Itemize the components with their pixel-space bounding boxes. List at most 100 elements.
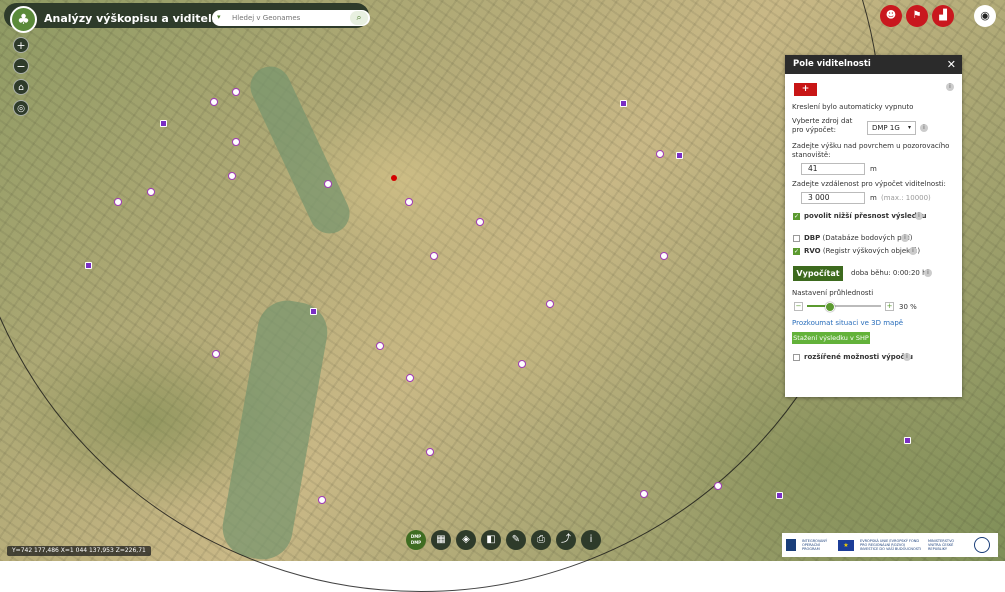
map-poi[interactable] <box>324 180 332 188</box>
chevron-down-icon[interactable]: ▾ <box>217 13 221 21</box>
low-precision-checkbox[interactable]: ✓ <box>793 213 800 220</box>
river-channel <box>243 59 357 241</box>
transparency-label: Nastavení průhlednosti <box>792 289 874 297</box>
op-logo-icon <box>786 539 796 551</box>
map-poi[interactable] <box>518 360 526 368</box>
panel-title: Pole viditelnosti <box>793 59 871 69</box>
funding-logos: INTEGROVANÝ OPERAČNÍ PROGRAM ★ EVROPSKÁ … <box>782 533 998 557</box>
app-header: ♣ Analýzy výškopisu a viditelnosti ▾ ⌕ <box>4 3 370 33</box>
advanced-options-checkbox[interactable] <box>793 354 800 361</box>
compute-button[interactable]: Vypočítat <box>793 266 843 281</box>
map-poi[interactable] <box>430 252 438 260</box>
draw-point-button[interactable]: + <box>794 83 817 96</box>
print-icon[interactable]: ⎙ <box>531 530 551 550</box>
map-poi[interactable] <box>904 437 911 444</box>
map-poi[interactable] <box>160 120 167 127</box>
height-input[interactable]: 41 <box>801 163 865 175</box>
coordinates-readout: Y=742 177,486 X=1 044 137,953 Z=226,71 <box>7 546 151 556</box>
map-poi[interactable] <box>426 448 434 456</box>
tree-icon[interactable]: ♣ <box>10 6 37 33</box>
observer-point[interactable] <box>391 175 397 181</box>
dbp-label-rest: (Databáze bodových polí) <box>822 234 913 242</box>
height-unit: m <box>870 165 877 173</box>
map-poi[interactable] <box>147 188 155 196</box>
map-poi[interactable] <box>620 100 627 107</box>
info-icon[interactable]: i <box>946 83 954 91</box>
transparency-slider[interactable] <box>807 302 881 312</box>
dbp-checkbox[interactable] <box>793 235 800 242</box>
transparency-minus-button[interactable]: − <box>794 302 803 311</box>
visibility-panel: Pole viditelnosti ✕ + i Kreslení bylo au… <box>785 55 962 397</box>
grid-icon[interactable]: ▦ <box>431 530 451 550</box>
pencil-icon[interactable]: ✎ <box>506 530 526 550</box>
source-select-value: DMP 1G <box>872 124 900 132</box>
map-poi[interactable] <box>676 152 683 159</box>
map-poi[interactable] <box>640 490 648 498</box>
auto-off-note: Kreslení bylo automaticky vypnuto <box>792 103 914 111</box>
map-poi[interactable] <box>85 262 92 269</box>
map-poi[interactable] <box>776 492 783 499</box>
map-poi[interactable] <box>656 150 664 158</box>
river-channel <box>217 295 333 565</box>
info-icon[interactable]: i <box>920 124 928 132</box>
rvo-label: RVO (Registr výškových objektů) <box>804 247 920 255</box>
distance-input[interactable]: 3 000 <box>801 192 865 204</box>
map-poi[interactable] <box>210 98 218 106</box>
explore-3d-link[interactable]: Prozkoumat situaci ve 3D mapě <box>792 319 903 327</box>
locate-icon[interactable]: ◎ <box>13 100 29 116</box>
map-poi[interactable] <box>114 198 122 206</box>
source-select[interactable]: DMP 1G ▾ <box>867 121 916 135</box>
dmp-layer-button[interactable]: DMP DMP <box>406 530 426 550</box>
map-poi[interactable] <box>228 172 236 180</box>
eye-icon[interactable]: ◉ <box>974 5 996 27</box>
person-tool-icon[interactable]: ☻ <box>880 5 902 27</box>
search-box[interactable]: ▾ ⌕ <box>212 10 370 26</box>
advanced-options-label: rozšířené možnosti výpočtu <box>804 353 914 361</box>
share-icon[interactable]: ⤴ <box>556 530 576 550</box>
profile-chart-icon[interactable]: ▟ <box>932 5 954 27</box>
info-circle-icon[interactable]: i <box>581 530 601 550</box>
map-poi[interactable] <box>212 350 220 358</box>
rvo-checkbox[interactable]: ✓ <box>793 248 800 255</box>
transparency-plus-button[interactable]: + <box>885 302 894 311</box>
distance-label: Zadejte vzdálenost pro výpočet viditelno… <box>792 180 946 188</box>
split-view-icon[interactable]: ◧ <box>481 530 501 550</box>
runtime-text: doba běhu: 0:00:20 h <box>851 269 927 277</box>
map-poi[interactable] <box>714 482 722 490</box>
panel-header: Pole viditelnosti ✕ <box>785 55 962 74</box>
eu-flag-icon: ★ <box>838 539 854 551</box>
zoom-in-button[interactable]: + <box>13 37 29 53</box>
eu-logo-text: EVROPSKÁ UNIE EVROPSKÝ FOND PRO REGIONÁL… <box>860 539 922 551</box>
dbp-label-bold: DBP <box>804 234 821 242</box>
close-icon[interactable]: ✕ <box>947 55 956 74</box>
info-icon[interactable]: i <box>924 269 932 277</box>
info-icon[interactable]: i <box>915 212 923 220</box>
map-poi[interactable] <box>406 374 414 382</box>
rvo-label-bold: RVO <box>804 247 821 255</box>
info-icon[interactable]: i <box>909 247 917 255</box>
visibility-range-circle <box>0 0 882 592</box>
download-shp-button[interactable]: Stažení výsledku v SHP <box>792 332 870 344</box>
search-input[interactable] <box>232 11 342 24</box>
map-poi[interactable] <box>232 88 240 96</box>
map-poi[interactable] <box>232 138 240 146</box>
transparency-slider-handle[interactable] <box>825 302 836 312</box>
map-poi[interactable] <box>660 252 668 260</box>
home-icon[interactable]: ⌂ <box>13 79 29 95</box>
map-poi[interactable] <box>376 342 384 350</box>
info-icon[interactable]: i <box>901 234 909 242</box>
visibility-tool-icon[interactable]: ⚑ <box>906 5 928 27</box>
map-poi[interactable] <box>476 218 484 226</box>
ministry-emblem-icon <box>974 537 990 553</box>
map-poi[interactable] <box>310 308 317 315</box>
search-icon[interactable]: ⌕ <box>350 11 368 25</box>
zoom-out-button[interactable]: − <box>13 58 29 74</box>
rvo-label-rest: (Registr výškových objektů) <box>822 247 921 255</box>
info-icon[interactable]: i <box>903 353 911 361</box>
low-precision-label: povolit nižší přesnost výsledku <box>804 212 927 220</box>
transparency-value: 30 % <box>899 303 917 311</box>
map-poi[interactable] <box>318 496 326 504</box>
layers-icon[interactable]: ◈ <box>456 530 476 550</box>
map-poi[interactable] <box>405 198 413 206</box>
map-poi[interactable] <box>546 300 554 308</box>
